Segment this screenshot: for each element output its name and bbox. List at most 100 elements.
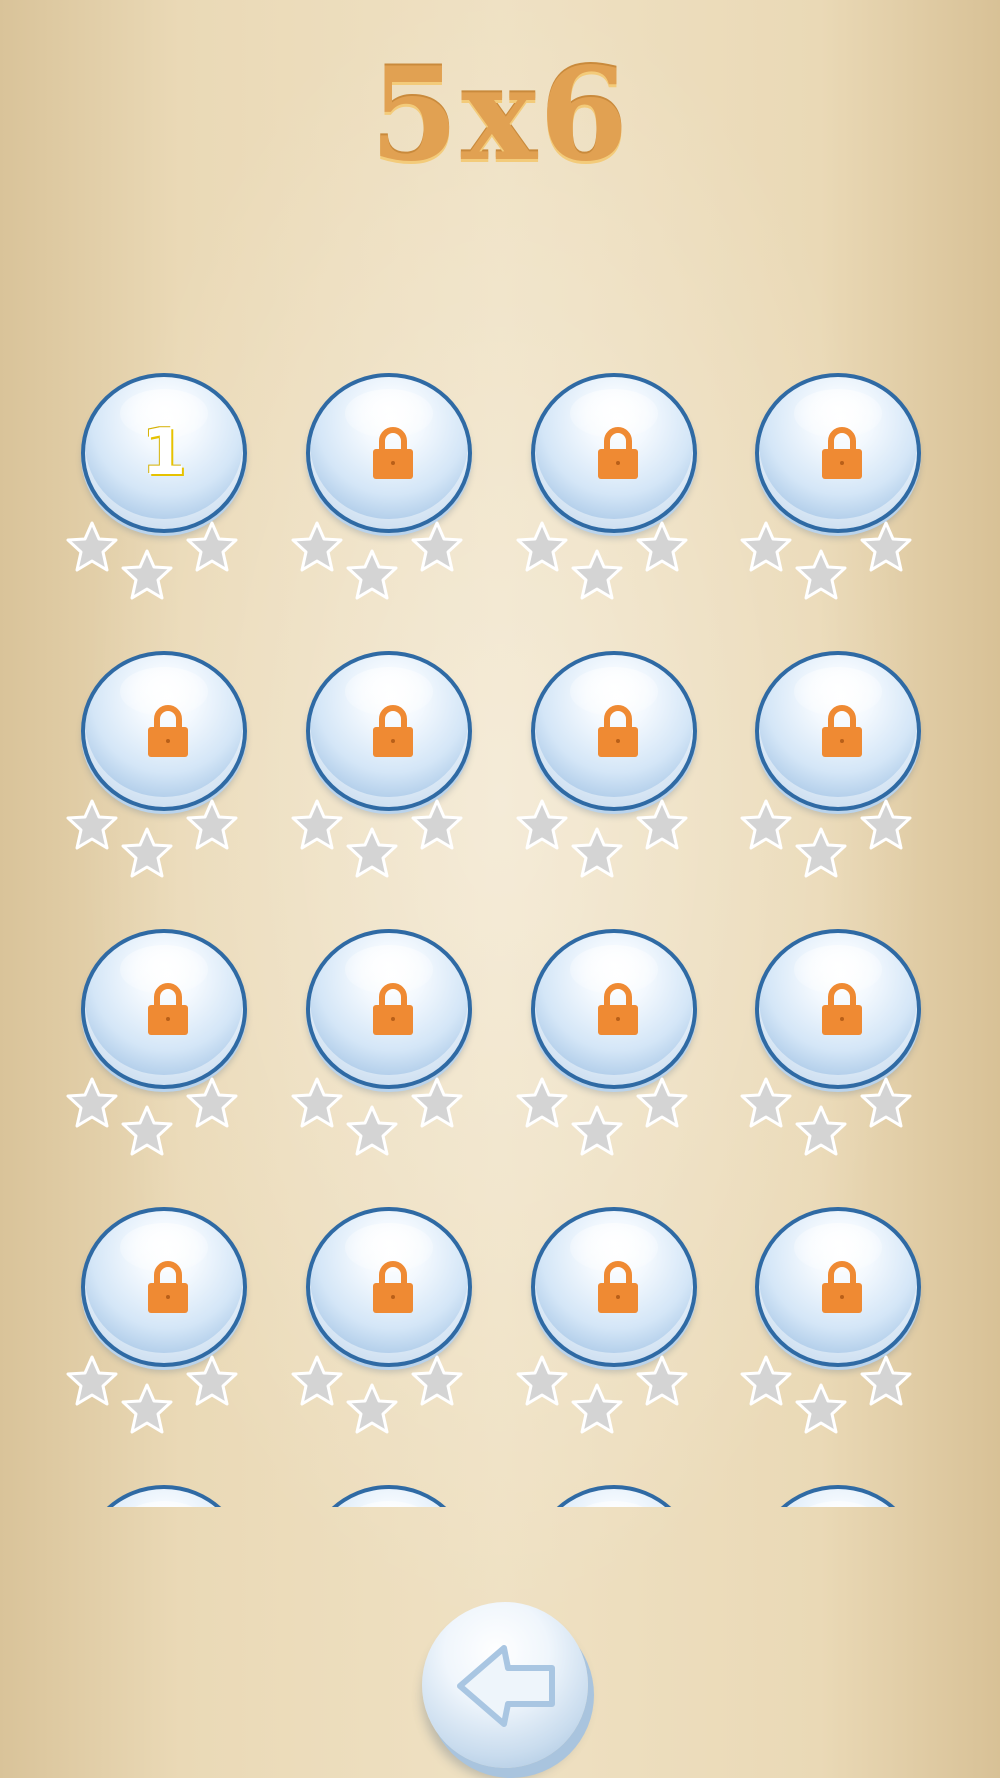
star-icon [795, 549, 847, 600]
star-icon [860, 521, 912, 572]
level-bubble[interactable] [755, 1485, 921, 1507]
star-icon [186, 521, 238, 572]
star-icon [186, 1077, 238, 1128]
level-button-locked[interactable] [738, 630, 938, 878]
star-icon [186, 1355, 238, 1406]
level-button-locked[interactable] [64, 630, 264, 878]
star-icon [346, 549, 398, 600]
level-bubble[interactable] [531, 1485, 697, 1507]
star-icon [346, 1105, 398, 1156]
star-icon [516, 1077, 568, 1128]
level-bubble[interactable] [306, 651, 472, 811]
star-icon [636, 1355, 688, 1406]
level-button-locked[interactable] [289, 352, 489, 600]
star-icon [291, 1077, 343, 1128]
lock-icon [822, 983, 862, 1035]
lock-icon [373, 1261, 413, 1313]
level-bubble[interactable]: 1 [81, 373, 247, 533]
level-button-locked[interactable] [514, 352, 714, 600]
star-icon [291, 1355, 343, 1406]
lock-icon [373, 705, 413, 757]
level-button-locked[interactable] [738, 1186, 938, 1434]
level-bubble[interactable] [306, 1485, 472, 1507]
bubble-gloss [344, 1501, 434, 1507]
bubble-gloss [119, 1501, 209, 1507]
level-bubble[interactable] [81, 651, 247, 811]
level-button-locked[interactable] [738, 352, 938, 600]
star-icon [516, 1355, 568, 1406]
star-icon [571, 1383, 623, 1434]
level-bubble[interactable] [81, 1207, 247, 1367]
level-button-locked[interactable] [514, 1464, 714, 1507]
lock-icon [598, 1261, 638, 1313]
level-grid[interactable]: 1 [0, 330, 1000, 1507]
level-button-locked[interactable] [738, 1464, 938, 1507]
star-icon [291, 521, 343, 572]
star-icon [571, 827, 623, 878]
level-button-locked[interactable] [514, 908, 714, 1156]
level-bubble[interactable] [306, 929, 472, 1089]
level-button-locked[interactable] [289, 1186, 489, 1434]
level-button-locked[interactable] [289, 908, 489, 1156]
level-button-locked[interactable] [64, 1186, 264, 1434]
level-button-locked[interactable] [289, 1464, 489, 1507]
level-bubble[interactable] [306, 1207, 472, 1367]
level-button-locked[interactable] [738, 908, 938, 1156]
star-icon [346, 1383, 398, 1434]
level-button[interactable]: 1 [64, 352, 264, 600]
star-icon [291, 799, 343, 850]
level-button-locked[interactable] [514, 630, 714, 878]
star-icon [121, 827, 173, 878]
lock-icon [822, 705, 862, 757]
level-button-locked[interactable] [64, 1464, 264, 1507]
level-bubble[interactable] [81, 1485, 247, 1507]
star-icon [795, 1105, 847, 1156]
level-button-locked[interactable] [64, 908, 264, 1156]
star-icon [66, 521, 118, 572]
star-icon [860, 1355, 912, 1406]
lock-icon [373, 983, 413, 1035]
level-bubble[interactable] [755, 651, 921, 811]
lock-icon [822, 427, 862, 479]
star-icon [860, 799, 912, 850]
back-button[interactable] [422, 1602, 588, 1768]
star-icon [795, 1383, 847, 1434]
lock-icon [148, 705, 188, 757]
star-icon [66, 1077, 118, 1128]
level-bubble[interactable] [81, 929, 247, 1089]
level-bubble[interactable] [531, 1207, 697, 1367]
lock-icon [598, 983, 638, 1035]
star-icon [66, 799, 118, 850]
level-number: 1 [141, 416, 187, 490]
level-button-locked[interactable] [289, 630, 489, 878]
star-icon [66, 1355, 118, 1406]
star-icon [740, 1077, 792, 1128]
star-icon [740, 1355, 792, 1406]
level-bubble[interactable] [755, 929, 921, 1089]
star-icon [346, 827, 398, 878]
screen-title: 5x6 [369, 40, 631, 190]
star-icon [121, 549, 173, 600]
level-bubble[interactable] [755, 1207, 921, 1367]
star-icon [860, 1077, 912, 1128]
star-icon [121, 1105, 173, 1156]
level-bubble[interactable] [755, 373, 921, 533]
lock-icon [373, 427, 413, 479]
star-icon [411, 1355, 463, 1406]
lock-icon [598, 705, 638, 757]
level-button-locked[interactable] [514, 1186, 714, 1434]
level-bubble[interactable] [531, 929, 697, 1089]
star-icon [411, 521, 463, 572]
level-bubble[interactable] [306, 373, 472, 533]
level-bubble[interactable] [531, 651, 697, 811]
bubble-gloss [793, 1501, 883, 1507]
level-bubble[interactable] [531, 373, 697, 533]
bubble-gloss [569, 1501, 659, 1507]
star-icon [740, 799, 792, 850]
lock-icon [598, 427, 638, 479]
star-icon [636, 799, 688, 850]
star-icon [411, 799, 463, 850]
star-icon [516, 521, 568, 572]
star-icon [121, 1383, 173, 1434]
star-icon [795, 827, 847, 878]
